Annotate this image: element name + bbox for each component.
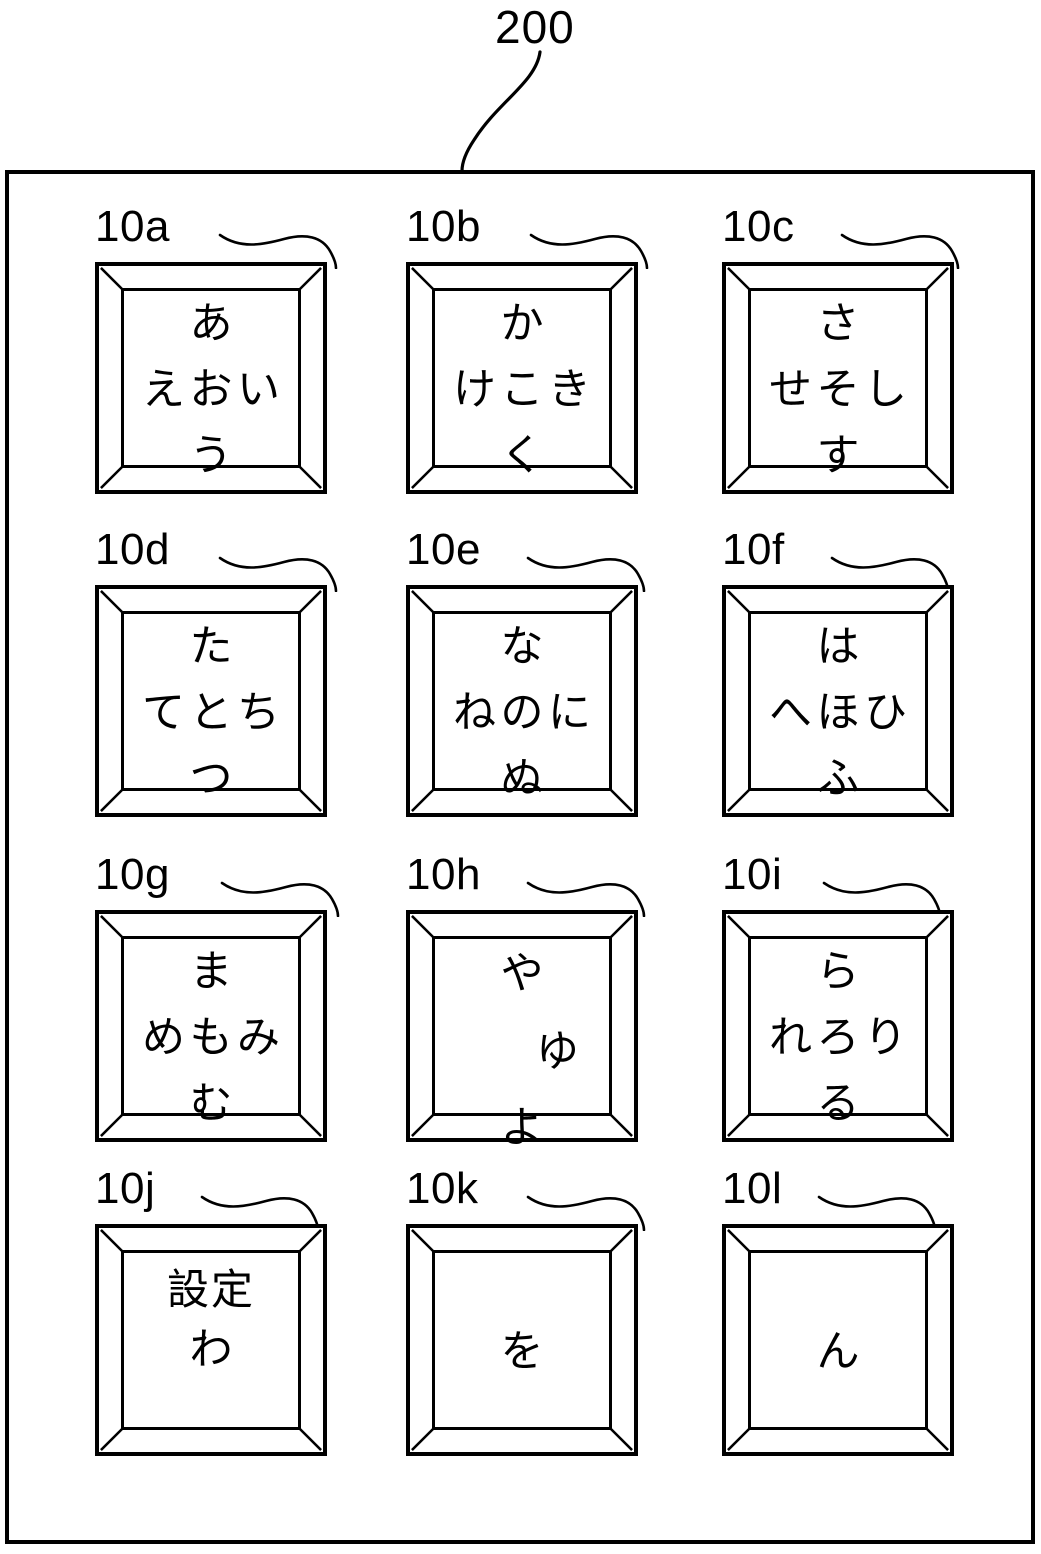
key-ref-label-10b: 10b: [406, 202, 481, 251]
key-ref-label-10c: 10c: [722, 202, 795, 251]
key-ref-label-10k: 10k: [406, 1164, 479, 1213]
key-glyph-bottom: ふ: [816, 754, 860, 804]
key-glyph-right: き: [548, 365, 591, 415]
key-face: 設定 わ: [121, 1250, 301, 1430]
key-10f[interactable]: は へ ほ ひ ふ: [722, 585, 954, 817]
key-glyph-top: な: [500, 622, 544, 672]
key-glyph-bottom: す: [816, 431, 860, 481]
figure-reference-200: 200: [495, 1, 575, 53]
key-ref-label-10l: 10l: [722, 1164, 783, 1213]
key-10e[interactable]: な ね の に ぬ: [406, 585, 638, 817]
key-10h[interactable]: や ゆ よ: [406, 910, 638, 1150]
key-glyph-right: に: [548, 688, 591, 738]
key-glyph-right: り: [864, 1013, 907, 1063]
key-glyph-bottom: ぬ: [500, 754, 544, 804]
key-glyph-bottom: る: [816, 1079, 860, 1129]
key-10b[interactable]: か け こ き く: [406, 262, 638, 494]
key-face: ま め も み む: [121, 936, 301, 1126]
key-glyph-bottom: う: [189, 431, 233, 481]
key-10l[interactable]: ん: [722, 1224, 954, 1456]
key-glyph-top: ら: [816, 947, 860, 997]
key-glyph-right: い: [237, 365, 280, 415]
key-face: は へ ほ ひ ふ: [748, 611, 928, 801]
key-glyph-right: ひ: [864, 688, 907, 738]
key-ref-label-10j: 10j: [95, 1164, 156, 1213]
key-face: た て と ち つ: [121, 611, 301, 801]
key-10d[interactable]: た て と ち つ: [95, 585, 327, 817]
key-face: あ え お い う: [121, 288, 301, 478]
key-glyph-top: た: [189, 622, 233, 672]
key-10j-settings[interactable]: 設定 わ: [95, 1224, 327, 1456]
key-glyph-top: は: [816, 622, 860, 672]
key-10a[interactable]: あ え お い う: [95, 262, 327, 494]
key-ref-label-10f: 10f: [722, 525, 785, 574]
key-glyph-right: ち: [237, 688, 280, 738]
key-10k[interactable]: を: [406, 1224, 638, 1456]
key-glyph-bottom: く: [500, 431, 544, 481]
key-ref-label-10a: 10a: [95, 202, 170, 251]
key-face: を: [432, 1250, 612, 1430]
key-glyph-right: し: [864, 365, 907, 415]
key-glyph-top: や: [500, 949, 544, 999]
key-glyph-center: ん: [816, 1327, 860, 1377]
key-face: な ね の に ぬ: [432, 611, 612, 801]
key-ref-label-10d: 10d: [95, 525, 170, 574]
key-ref-label-10g: 10g: [95, 850, 170, 899]
key-glyph-right: ゆ: [536, 1027, 579, 1077]
key-glyph-top: ま: [189, 947, 233, 997]
key-ref-label-10e: 10e: [406, 525, 481, 574]
key-glyph-settings-label: 設定: [166, 1265, 255, 1314]
key-face: や ゆ よ: [432, 936, 612, 1150]
figure-reference-200-leader: [460, 50, 542, 173]
key-glyph-center: を: [500, 1327, 544, 1377]
key-glyph-bottom: よ: [500, 1103, 544, 1153]
key-glyph-top: あ: [189, 299, 233, 349]
key-10c[interactable]: さ せ そ し す: [722, 262, 954, 494]
key-face: ら れ ろ り る: [748, 936, 928, 1126]
key-glyph-top: か: [500, 299, 544, 349]
key-glyph-right: み: [237, 1013, 280, 1063]
key-face: か け こ き く: [432, 288, 612, 478]
key-face: さ せ そ し す: [748, 288, 928, 478]
key-glyph-top: さ: [816, 299, 860, 349]
key-ref-label-10i: 10i: [722, 850, 783, 899]
key-glyph-bottom: む: [189, 1079, 233, 1129]
key-face: ん: [748, 1250, 928, 1430]
key-glyph-kana: わ: [189, 1325, 233, 1375]
key-ref-label-10h: 10h: [406, 850, 481, 899]
key-10g[interactable]: ま め も み む: [95, 910, 327, 1142]
key-glyph-bottom: つ: [189, 754, 233, 804]
key-10i[interactable]: ら れ ろ り る: [722, 910, 954, 1142]
